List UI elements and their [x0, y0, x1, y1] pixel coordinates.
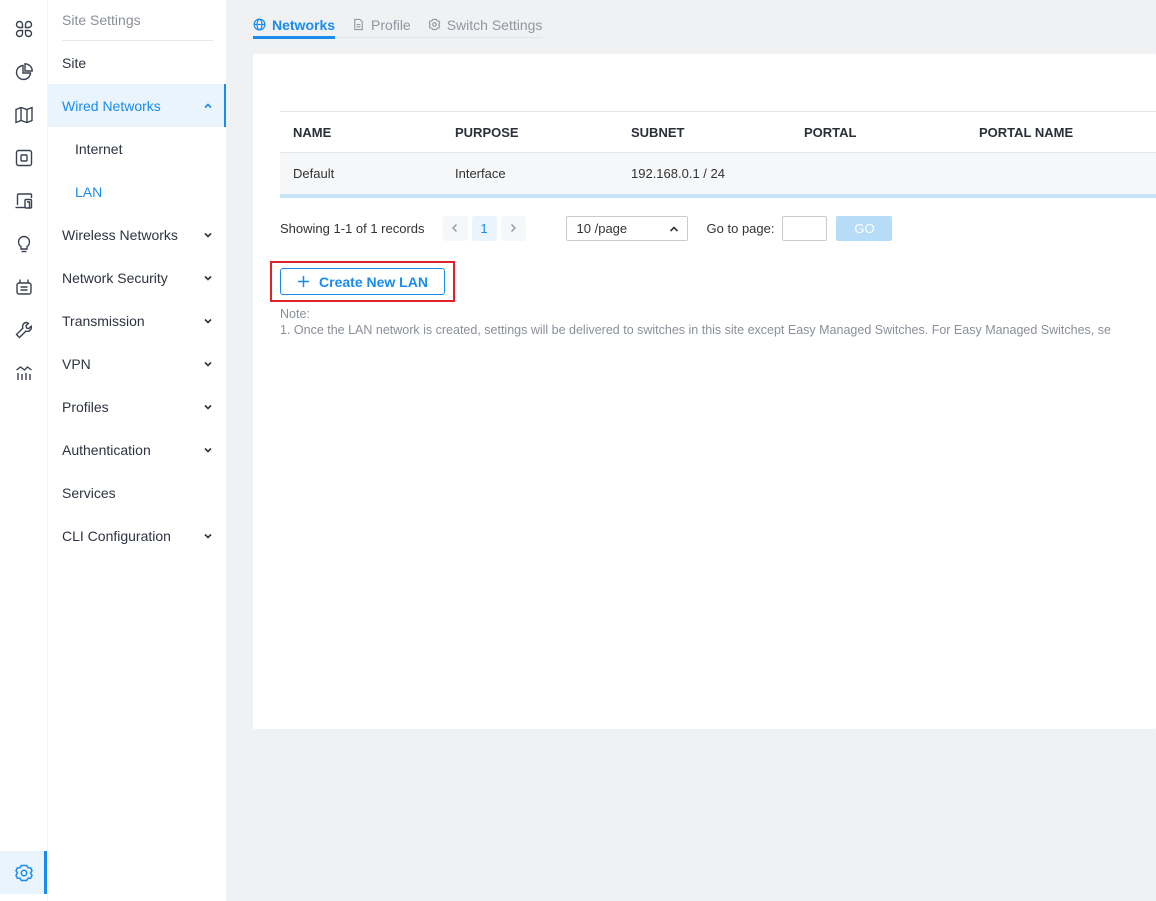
map-icon[interactable] — [0, 93, 47, 136]
tab-profile[interactable]: Profile — [352, 12, 411, 37]
cell-purpose: Interface — [455, 166, 506, 181]
chevron-up-icon — [669, 225, 678, 232]
logs-icon[interactable] — [0, 265, 47, 308]
statistics-icon[interactable] — [0, 50, 47, 93]
cell-name: Default — [293, 166, 335, 181]
gear-icon — [428, 18, 441, 31]
icon-rail — [0, 0, 47, 901]
create-button-label: Create New LAN — [319, 273, 428, 290]
goto-page-input[interactable] — [782, 215, 828, 241]
tools-icon[interactable] — [0, 308, 47, 351]
prev-page-button[interactable] — [442, 215, 468, 241]
plus-icon — [297, 275, 310, 288]
note-line: 1. Once the LAN network is created, sett… — [280, 323, 1111, 337]
column-header-name[interactable]: NAME — [280, 125, 455, 140]
page-size-value: 10 /page — [576, 220, 628, 236]
note: Note: 1. Once the LAN network is created… — [280, 306, 1111, 338]
page-size-select[interactable]: 10 /page — [565, 215, 688, 241]
table-header: NAME PURPOSE SUBNET PORTAL PORTAL NAME — [280, 111, 1156, 153]
sidebar-item-vpn[interactable]: VPN — [48, 342, 227, 385]
insight-icon[interactable] — [0, 222, 47, 265]
sidebar-item-label: LAN — [75, 183, 103, 200]
chevron-down-icon — [203, 402, 213, 412]
sidebar-item-label: Profiles — [62, 398, 109, 415]
pagination: Showing 1-1 of 1 records 1 10 /page Go t… — [280, 214, 893, 242]
tab-bar: Networks Profile Switch Settings — [253, 12, 543, 39]
sidebar-item-label: Site — [62, 54, 87, 71]
cell-subnet: 192.168.0.1 / 24 — [631, 166, 725, 181]
tab-label: Networks — [272, 16, 336, 33]
lan-table: NAME PURPOSE SUBNET PORTAL PORTAL NAME D… — [280, 111, 1156, 198]
reports-icon[interactable] — [0, 351, 47, 394]
column-header-subnet[interactable]: SUBNET — [631, 125, 804, 140]
table-row[interactable]: Default Interface 192.168.0.1 / 24 — [280, 153, 1156, 198]
tab-switch-settings[interactable]: Switch Settings — [428, 12, 543, 37]
tab-label: Switch Settings — [446, 16, 543, 33]
sidebar-item-label: Network Security — [62, 269, 168, 286]
chevron-down-icon — [203, 273, 213, 283]
main-content: Networks Profile Switch Settings NAME PU… — [226, 0, 1156, 901]
chevron-right-icon — [511, 224, 516, 232]
tab-networks[interactable]: Networks — [253, 12, 336, 39]
next-page-button[interactable] — [500, 215, 526, 241]
sidebar-item-label: VPN — [62, 355, 91, 372]
globe-icon — [253, 18, 266, 31]
sidebar-item-label: Internet — [75, 140, 123, 157]
go-button[interactable]: GO — [836, 215, 893, 241]
sidebar-item-site[interactable]: Site — [48, 41, 227, 84]
sidebar-item-wired-networks[interactable]: Wired Networks — [48, 84, 227, 127]
sidebar-item-authentication[interactable]: Authentication — [48, 428, 227, 471]
create-new-lan-button[interactable]: Create New LAN — [280, 268, 445, 295]
chevron-down-icon — [203, 230, 213, 240]
sidebar-item-label: CLI Configuration — [62, 527, 171, 544]
records-info: Showing 1-1 of 1 records — [280, 220, 425, 236]
chevron-down-icon — [203, 359, 213, 369]
column-header-portal-name[interactable]: PORTAL NAME — [979, 125, 1156, 140]
chevron-down-icon — [203, 531, 213, 541]
networks-card: NAME PURPOSE SUBNET PORTAL PORTAL NAME D… — [253, 54, 1156, 729]
sidebar-item-label: Wired Networks — [62, 97, 161, 114]
settings-icon[interactable] — [0, 851, 47, 894]
column-header-portal[interactable]: PORTAL — [804, 125, 979, 140]
sidebar-item-wireless-networks[interactable]: Wireless Networks — [48, 213, 227, 256]
sidebar-title: Site Settings — [62, 12, 141, 28]
sidebar-item-lan[interactable]: LAN — [48, 170, 227, 213]
sidebar-item-services[interactable]: Services — [48, 471, 227, 514]
sidebar-item-label: Services — [62, 484, 116, 501]
sidebar-item-profiles[interactable]: Profiles — [48, 385, 227, 428]
chevron-down-icon — [203, 316, 213, 326]
document-icon — [354, 18, 363, 31]
chevron-down-icon — [203, 445, 213, 455]
chevron-up-icon — [203, 101, 213, 111]
tab-label: Profile — [371, 16, 411, 33]
sidebar-item-label: Authentication — [62, 441, 151, 458]
sidebar-item-cli-configuration[interactable]: CLI Configuration — [48, 514, 227, 557]
devices-icon[interactable] — [0, 136, 47, 179]
goto-label: Go to page: — [706, 220, 775, 236]
sidebar-item-internet[interactable]: Internet — [48, 127, 227, 170]
note-title: Note: — [280, 307, 310, 321]
dashboard-icon[interactable] — [0, 7, 47, 50]
sidebar-item-transmission[interactable]: Transmission — [48, 299, 227, 342]
clients-icon[interactable] — [0, 179, 47, 222]
sidebar-item-label: Transmission — [62, 312, 145, 329]
sidebar-item-label: Wireless Networks — [62, 226, 178, 243]
chevron-left-icon — [452, 224, 457, 232]
column-header-purpose[interactable]: PURPOSE — [455, 125, 631, 140]
sidebar-item-network-security[interactable]: Network Security — [48, 256, 227, 299]
sidebar: Site Settings Site Wired Networks Intern… — [47, 0, 227, 901]
page-button-current[interactable]: 1 — [471, 215, 497, 241]
